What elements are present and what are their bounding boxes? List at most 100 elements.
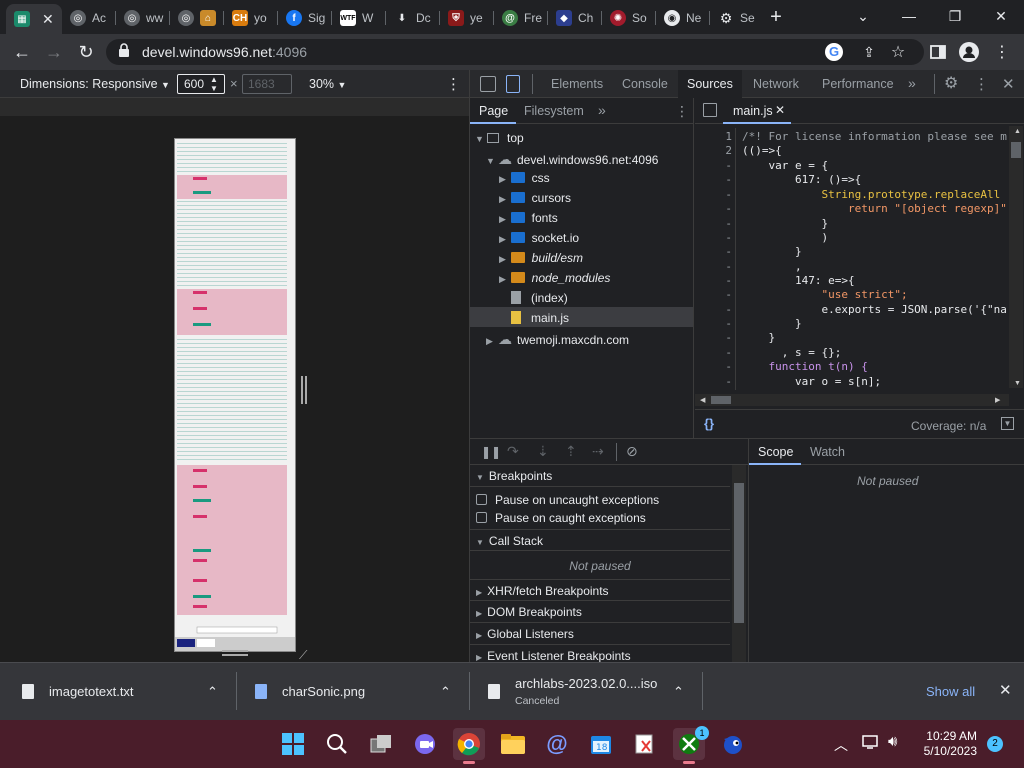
- navigator-tab-filesystem[interactable]: Filesystem: [524, 104, 584, 118]
- minimize-button[interactable]: —: [886, 4, 932, 28]
- code-line[interactable]: return "[object regexp]": [742, 202, 1007, 215]
- bookmark-star-icon[interactable]: ☆: [886, 40, 910, 64]
- line-number[interactable]: -: [712, 173, 732, 186]
- width-input[interactable]: 600 ▲ ▼: [177, 74, 225, 94]
- tree-item-index[interactable]: (index): [511, 291, 568, 305]
- line-number[interactable]: -: [712, 260, 732, 273]
- pretty-print-icon[interactable]: {}: [704, 416, 714, 431]
- line-number[interactable]: -: [712, 360, 732, 373]
- section-global-listeners[interactable]: ▶ Global Listeners: [470, 623, 730, 645]
- code-line[interactable]: /*! For license information please see m: [742, 130, 1007, 143]
- dimensions-dropdown[interactable]: Dimensions: Responsive ▼: [20, 77, 170, 91]
- tab-12[interactable]: ✺ So: [602, 4, 656, 32]
- section-xhr-breakpoints[interactable]: ▶ XHR/fetch Breakpoints: [470, 579, 730, 601]
- line-number[interactable]: -: [712, 188, 732, 201]
- horizontal-scrollbar[interactable]: [695, 394, 1009, 406]
- download-menu-chevron-icon[interactable]: ⌃: [207, 684, 218, 700]
- section-event-listener-breakpoints[interactable]: ▶ Event Listener Breakpoints: [470, 645, 730, 662]
- close-editor-tab-icon[interactable]: ✕: [775, 103, 785, 117]
- coverage-toggle-icon[interactable]: ▼: [1001, 417, 1014, 430]
- stepper-icon[interactable]: ▲ ▼: [210, 75, 218, 93]
- vertical-scrollbar[interactable]: [1009, 126, 1023, 388]
- code-line[interactable]: }: [742, 245, 802, 258]
- tab-windows96[interactable]: ▦ ✕: [6, 4, 62, 34]
- line-number[interactable]: -: [712, 317, 732, 330]
- tree-item-mainjs[interactable]: main.js: [511, 311, 569, 325]
- code-line[interactable]: var o = s[n];: [742, 375, 881, 388]
- code-line[interactable]: (()=>{: [742, 144, 782, 157]
- tab-5[interactable]: CH yo: [224, 4, 278, 32]
- show-all-button[interactable]: Show all: [926, 684, 975, 699]
- inspect-element-icon[interactable]: [480, 76, 496, 92]
- tree-item-origin[interactable]: ▼ ☁ devel.windows96.net:4096: [486, 151, 658, 168]
- tree-item-cursors[interactable]: ▶ cursors: [499, 191, 571, 205]
- editor-tab-mainjs[interactable]: main.js: [733, 104, 773, 118]
- side-panel-icon[interactable]: [926, 40, 950, 64]
- lock-icon[interactable]: [118, 43, 130, 57]
- line-number[interactable]: -: [712, 217, 732, 230]
- tab-search-icon[interactable]: ⌄: [840, 4, 886, 28]
- line-number[interactable]: -: [712, 346, 732, 359]
- close-window-button[interactable]: ✕: [978, 4, 1024, 28]
- device-toggle-icon[interactable]: [506, 75, 520, 93]
- code-line[interactable]: ,: [742, 260, 802, 273]
- code-line[interactable]: 617: ()=>{: [742, 173, 861, 186]
- tree-item-node-modules[interactable]: ▶ node_modules: [499, 271, 610, 285]
- tab-performance[interactable]: Performance: [813, 70, 903, 98]
- tab-watch[interactable]: Watch: [810, 445, 845, 459]
- line-number[interactable]: -: [712, 375, 732, 388]
- section-call-stack[interactable]: ▼ Call Stack: [470, 529, 730, 551]
- debugger-scrollbar[interactable]: [732, 465, 746, 663]
- step-icon[interactable]: ⇢: [592, 443, 604, 460]
- tab-scope[interactable]: Scope: [758, 445, 793, 459]
- share-icon[interactable]: ⇪: [857, 40, 881, 64]
- pause-icon[interactable]: ❚❚: [481, 445, 501, 459]
- task-view-icon[interactable]: [365, 728, 397, 760]
- calendar-icon[interactable]: 18: [585, 728, 617, 760]
- google-lens-icon[interactable]: G: [825, 43, 843, 61]
- resize-handle-right[interactable]: [301, 376, 307, 404]
- section-dom-breakpoints[interactable]: ▶ DOM Breakpoints: [470, 601, 730, 623]
- line-number[interactable]: -: [712, 202, 732, 215]
- code-line[interactable]: function t(n) {: [742, 360, 867, 373]
- system-clock[interactable]: 10:29 AM 5/10/2023: [913, 729, 977, 759]
- code-line[interactable]: String.prototype.replaceAll: [742, 188, 1000, 201]
- menu-kebab-icon[interactable]: ⋮: [990, 40, 1014, 64]
- new-tab-icon[interactable]: +: [764, 5, 788, 29]
- profile-avatar-icon[interactable]: [957, 40, 981, 64]
- navigator-tab-page[interactable]: Page: [479, 104, 508, 118]
- forward-icon[interactable]: →: [42, 40, 66, 64]
- download-item-3[interactable]: archlabs-2023.02.0....iso Canceled: [488, 662, 657, 720]
- code-line[interactable]: }: [742, 317, 802, 330]
- section-breakpoints[interactable]: ▼ Breakpoints: [470, 465, 730, 487]
- checkbox[interactable]: [476, 512, 487, 523]
- download-item-1[interactable]: imagetotext.txt: [22, 662, 134, 720]
- sonic-game-icon[interactable]: [717, 728, 749, 760]
- tree-item-top[interactable]: ▼ top: [475, 131, 524, 145]
- line-number[interactable]: -: [712, 231, 732, 244]
- navigator-menu-icon[interactable]: ⋮: [675, 103, 689, 120]
- tree-item-fonts[interactable]: ▶ fonts: [499, 211, 558, 225]
- code-line[interactable]: 147: e=>{: [742, 274, 855, 287]
- tab-11[interactable]: ◆ Ch: [548, 4, 602, 32]
- back-icon[interactable]: ←: [10, 40, 34, 64]
- close-tab-icon[interactable]: ✕: [42, 11, 54, 28]
- line-number[interactable]: 2: [712, 144, 732, 157]
- tree-item-css[interactable]: ▶ css: [499, 171, 550, 185]
- line-number[interactable]: -: [712, 288, 732, 301]
- chrome-taskbar-icon[interactable]: [453, 728, 485, 764]
- pause-caught-checkbox[interactable]: Pause on caught exceptions: [476, 511, 646, 525]
- pause-uncaught-checkbox[interactable]: Pause on uncaught exceptions: [476, 493, 659, 507]
- close-downloads-icon[interactable]: ✕: [999, 681, 1012, 699]
- search-icon[interactable]: [321, 728, 353, 760]
- code-line[interactable]: e.exports = JSON.parse('{"na: [742, 303, 1006, 316]
- notification-badge[interactable]: 2: [987, 736, 1003, 752]
- code-line[interactable]: , s = {};: [742, 346, 842, 359]
- volume-icon[interactable]: 🔊︎: [888, 733, 897, 750]
- tab-7[interactable]: WTF W: [332, 4, 386, 32]
- checkbox[interactable]: [476, 494, 487, 505]
- line-number[interactable]: -: [712, 331, 732, 344]
- download-menu-chevron-icon[interactable]: ⌃: [440, 684, 451, 700]
- network-icon[interactable]: [862, 734, 880, 753]
- resize-corner-icon[interactable]: ⟋: [299, 648, 307, 663]
